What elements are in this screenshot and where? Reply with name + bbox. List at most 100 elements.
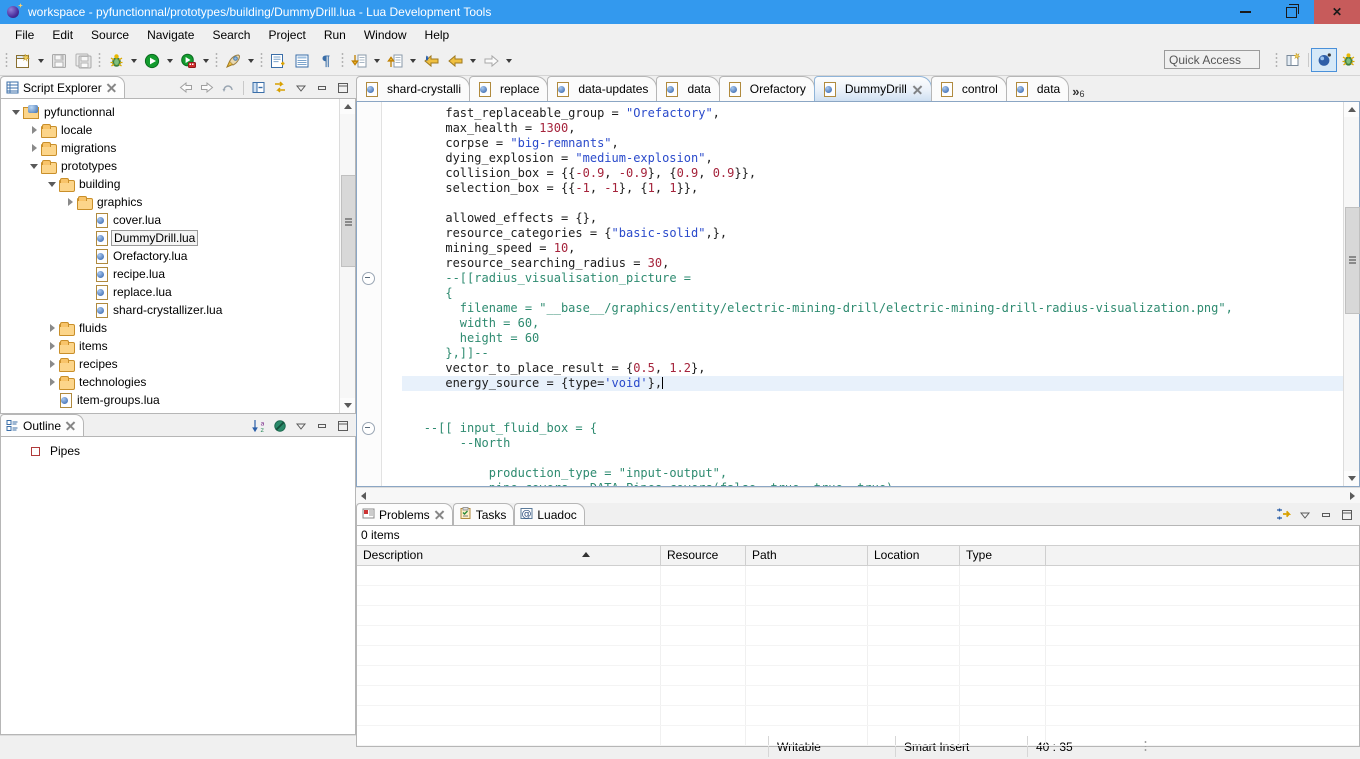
run-dropdown-icon[interactable] [167, 58, 173, 63]
editor-tab-orefactory[interactable]: Orefactory [718, 76, 815, 101]
tree-item-technologies[interactable]: technologies [1, 373, 355, 391]
editor-tab-overflow-button[interactable]: » 6 [1068, 76, 1090, 101]
new-wizard-dropdown-icon[interactable] [38, 58, 44, 63]
new-lua-project-button[interactable] [222, 50, 244, 72]
code-text[interactable]: fast_replaceable_group = "Orefactory", m… [382, 102, 1343, 486]
outline-item[interactable]: Pipes [1, 442, 355, 460]
tree-scroll-down-button[interactable] [340, 398, 355, 413]
sort-az-icon[interactable]: a z [250, 417, 268, 435]
close-icon[interactable] [912, 84, 923, 95]
perspective-debug-button[interactable] [1336, 49, 1360, 71]
tree-item-orefactory-lua[interactable]: Orefactory.lua [1, 247, 355, 265]
chevron-down-icon[interactable] [1296, 506, 1314, 524]
tree-item-recipe-lua[interactable]: recipe.lua [1, 265, 355, 283]
tree-scroll-thumb[interactable] [341, 175, 355, 267]
tab-script-explorer[interactable]: Script Explorer [0, 76, 125, 98]
tree-item-item-groups-lua[interactable]: item-groups.lua [1, 391, 355, 409]
tree-item-replace-lua[interactable]: replace.lua [1, 283, 355, 301]
run-button[interactable] [141, 50, 163, 72]
debug-button[interactable] [105, 50, 127, 72]
table-row[interactable] [357, 646, 1359, 666]
tree-item-graphics[interactable]: graphics [1, 193, 355, 211]
show-whitespace-button[interactable] [291, 50, 313, 72]
chevron-down-icon[interactable] [292, 79, 310, 97]
maximize-icon[interactable] [334, 417, 352, 435]
debug-dropdown-icon[interactable] [131, 58, 137, 63]
chevron-right-icon[interactable] [27, 123, 41, 137]
menu-run[interactable]: Run [315, 25, 355, 45]
chevron-right-icon[interactable] [45, 321, 59, 335]
forward-arrow-icon[interactable] [198, 79, 216, 97]
column-header-description[interactable]: Description [357, 546, 661, 565]
menu-navigate[interactable]: Navigate [138, 25, 203, 45]
tree-scrollbar[interactable] [339, 99, 355, 413]
chevron-right-icon[interactable] [45, 375, 59, 389]
table-row[interactable] [357, 726, 1359, 746]
chevron-down-icon[interactable] [292, 417, 310, 435]
minimize-icon[interactable] [313, 79, 331, 97]
save-button[interactable] [48, 50, 70, 72]
new-lua-project-dropdown-icon[interactable] [248, 58, 254, 63]
minimize-icon[interactable] [313, 417, 331, 435]
perspective-grip[interactable] [1275, 51, 1278, 69]
fold-marker[interactable] [362, 422, 375, 435]
tree-item-locale[interactable]: locale [1, 121, 355, 139]
back-arrow-icon[interactable] [177, 79, 195, 97]
last-edit-location-button[interactable] [420, 50, 442, 72]
minimize-button[interactable] [1222, 0, 1268, 24]
menu-window[interactable]: Window [355, 25, 416, 45]
back-button[interactable] [444, 50, 466, 72]
problems-tab-problems[interactable]: Problems [356, 503, 453, 525]
paragraph-marks-button[interactable]: ¶ [315, 50, 337, 72]
menu-search[interactable]: Search [203, 25, 259, 45]
chevron-down-icon[interactable] [27, 159, 41, 173]
close-icon[interactable] [106, 82, 117, 93]
problems-tab-tasks[interactable]: Tasks [452, 503, 515, 525]
collapse-all-icon[interactable] [250, 79, 268, 97]
menu-project[interactable]: Project [259, 25, 314, 45]
up-to-parent-icon[interactable] [219, 79, 237, 97]
editor-gutter[interactable] [357, 102, 382, 486]
editor-scroll-up-button[interactable] [1344, 102, 1359, 117]
next-annotation-button[interactable] [348, 50, 370, 72]
editor-scroll-thumb[interactable] [1345, 207, 1360, 314]
table-row[interactable] [357, 686, 1359, 706]
tree-item-fluids[interactable]: fluids [1, 319, 355, 337]
chevron-right-icon[interactable] [45, 357, 59, 371]
forward-button[interactable] [480, 50, 502, 72]
previous-annotation-dropdown-icon[interactable] [410, 58, 416, 63]
back-dropdown-icon[interactable] [470, 58, 476, 63]
fold-marker[interactable] [362, 272, 375, 285]
editor-vertical-scrollbar[interactable] [1343, 102, 1360, 486]
editor-tab-shard-crystalli[interactable]: shard-crystalli [356, 76, 471, 101]
tree-item-cover-lua[interactable]: cover.lua [1, 211, 355, 229]
tree-item-dummydrill-lua[interactable]: DummyDrill.lua [1, 229, 355, 247]
external-tools-dropdown-icon[interactable] [203, 58, 209, 63]
editor-tab-replace[interactable]: replace [469, 76, 549, 101]
tree-item-prototypes[interactable]: prototypes [1, 157, 355, 175]
restore-button[interactable] [1268, 0, 1314, 24]
new-wizard-button[interactable] [12, 50, 34, 72]
menu-file[interactable]: File [6, 25, 43, 45]
menu-edit[interactable]: Edit [43, 25, 82, 45]
toolbar-grip[interactable] [5, 52, 8, 69]
quick-access-input[interactable]: Quick Access [1164, 50, 1260, 69]
table-row[interactable] [357, 606, 1359, 626]
problems-tab-luadoc[interactable]: @ Luadoc [514, 503, 585, 525]
editor-tab-data-updates[interactable]: data-updates [547, 76, 658, 101]
open-perspective-button[interactable] [1281, 49, 1305, 71]
minimize-icon[interactable] [1317, 506, 1335, 524]
editor-tab-control[interactable]: control [930, 76, 1007, 101]
table-row[interactable] [357, 626, 1359, 646]
maximize-icon[interactable] [334, 79, 352, 97]
editor-scroll-left-button[interactable] [356, 488, 371, 503]
chevron-right-icon[interactable] [45, 339, 59, 353]
column-header-path[interactable]: Path [746, 546, 868, 565]
toggle-block-selection-button[interactable] [267, 50, 289, 72]
toolbar-grip-5[interactable] [341, 52, 344, 69]
close-icon[interactable] [434, 509, 445, 520]
save-all-button[interactable] [72, 50, 94, 72]
maximize-icon[interactable] [1338, 506, 1356, 524]
focus-on-selection-icon[interactable] [1275, 506, 1293, 524]
link-editor-icon[interactable] [271, 79, 289, 97]
